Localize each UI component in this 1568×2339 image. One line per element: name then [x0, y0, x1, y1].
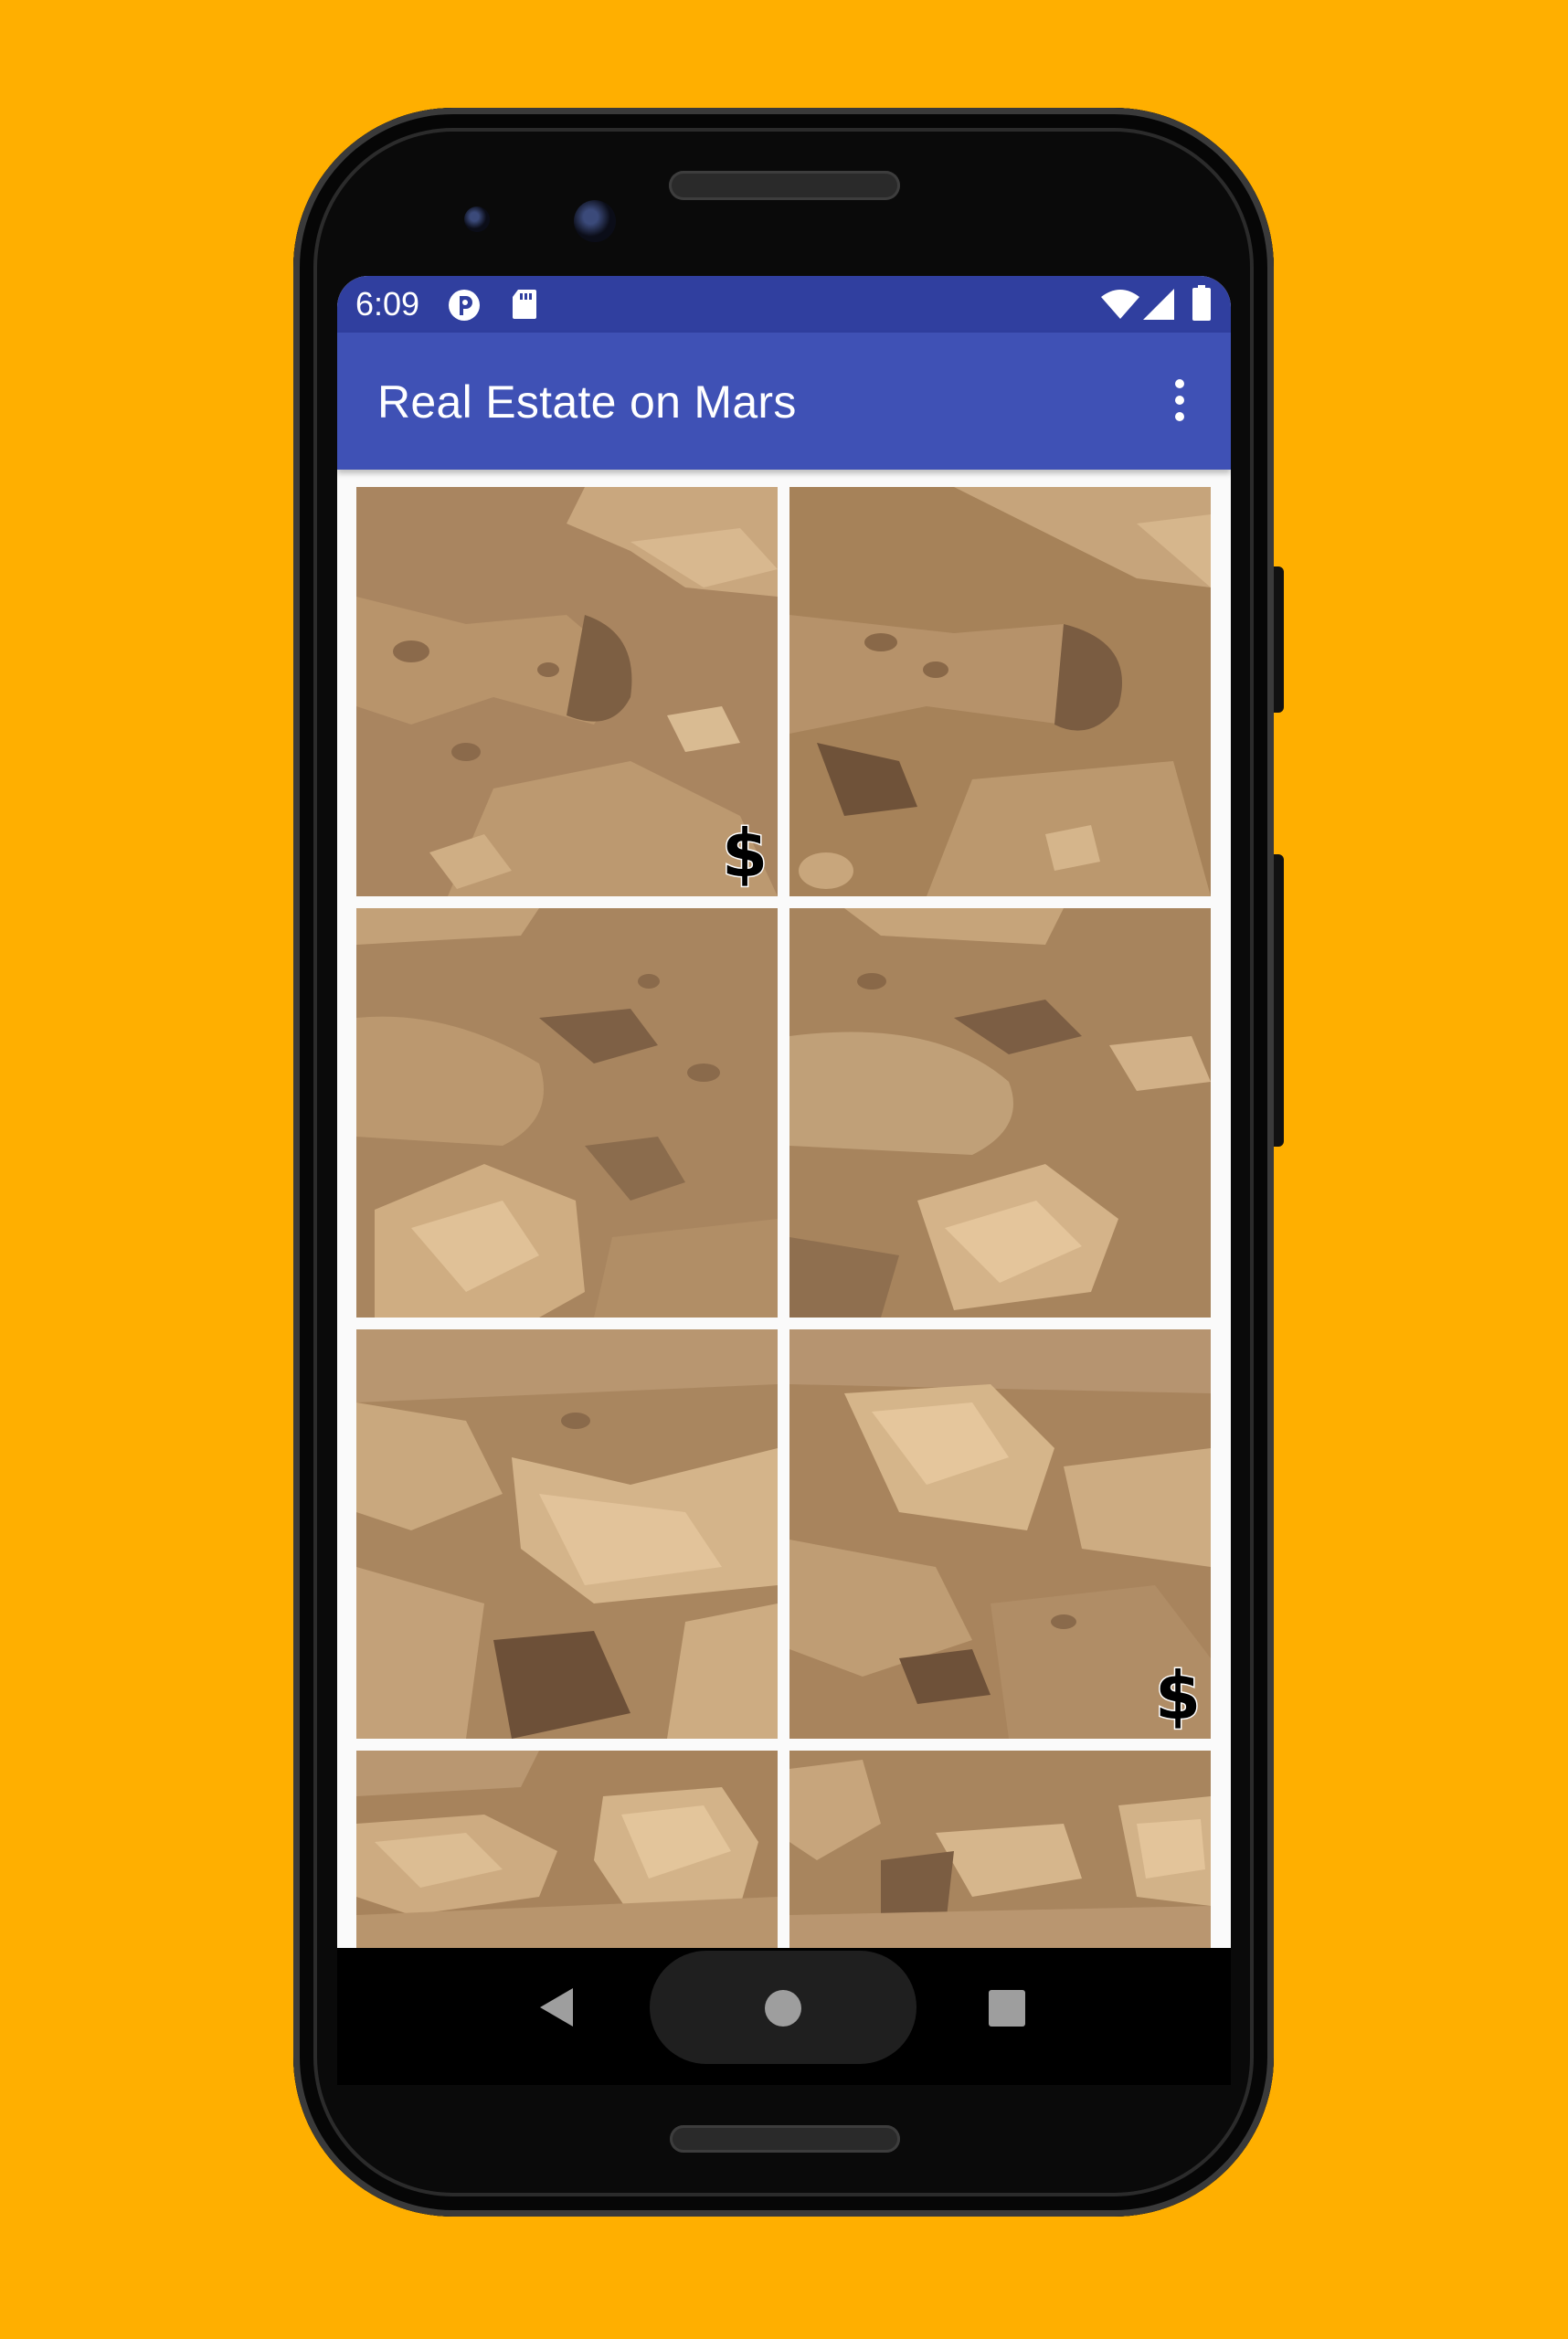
mars-terrain-image — [356, 1329, 778, 1739]
status-time: 6:09 — [355, 285, 420, 323]
front-sensor — [464, 206, 490, 232]
navigation-bar — [337, 1948, 1231, 2085]
mars-tile-1[interactable]: $ — [356, 487, 778, 896]
mars-terrain-image — [356, 1751, 778, 1948]
phone-screen: 6:09 Real Estate on Mars $ $ — [337, 276, 1231, 1948]
app-title: Real Estate on Mars — [377, 376, 797, 428]
app-bar: Real Estate on Mars — [337, 333, 1231, 470]
mars-terrain-image — [356, 908, 778, 1318]
mars-terrain-image — [789, 487, 1211, 896]
mars-tile-3[interactable] — [356, 908, 778, 1318]
front-camera — [574, 200, 616, 242]
dollar-icon: $ — [1154, 1658, 1202, 1731]
mars-terrain-image — [789, 1751, 1211, 1948]
earpiece-speaker — [669, 171, 900, 200]
mars-tile-8[interactable] — [789, 1751, 1211, 1948]
wifi-icon — [1101, 290, 1139, 319]
svg-text:$: $ — [1155, 1658, 1201, 1731]
mars-tile-6[interactable]: $ — [789, 1329, 1211, 1739]
mars-tile-5[interactable] — [356, 1329, 778, 1739]
back-icon[interactable] — [538, 1986, 575, 2028]
dollar-icon: $ — [721, 816, 768, 889]
sd-card-icon — [513, 290, 536, 319]
notification-app-icon — [449, 290, 480, 321]
mars-terrain-image — [789, 1329, 1211, 1739]
battery-icon — [1192, 285, 1211, 321]
cell-signal-icon — [1143, 289, 1174, 320]
status-bar: 6:09 — [337, 276, 1231, 333]
recents-icon[interactable] — [989, 1990, 1025, 2027]
more-vert-icon[interactable] — [1161, 373, 1198, 428]
mars-property-grid: $ $ — [356, 487, 1213, 1948]
home-icon[interactable] — [765, 1990, 801, 2027]
mars-tile-2[interactable] — [789, 487, 1211, 896]
mars-tile-7[interactable] — [356, 1751, 778, 1948]
bottom-speaker — [670, 2125, 900, 2153]
mars-terrain-image — [356, 487, 778, 896]
mars-tile-4[interactable] — [789, 908, 1211, 1318]
mars-terrain-image — [789, 908, 1211, 1318]
svg-text:$: $ — [722, 816, 768, 889]
